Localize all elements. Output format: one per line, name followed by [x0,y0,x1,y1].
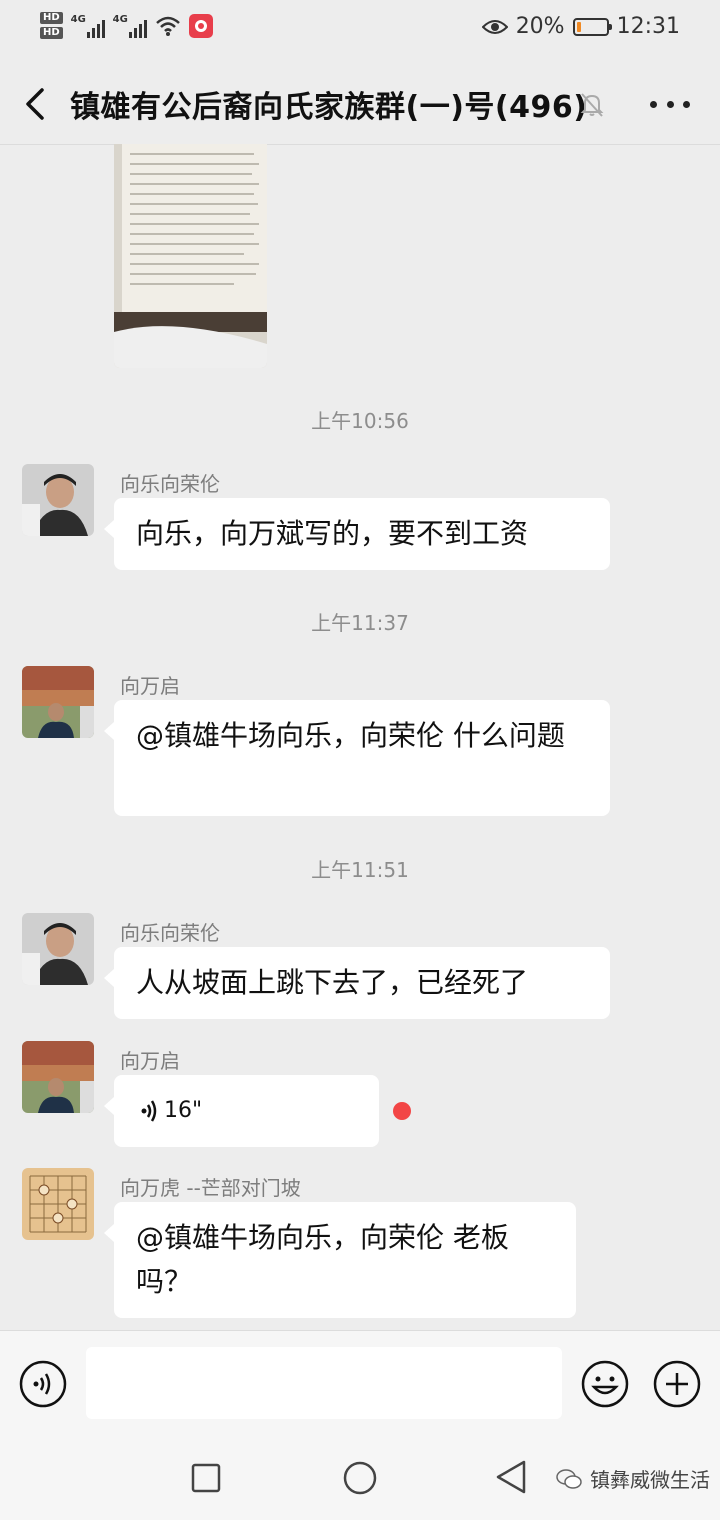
message-input[interactable] [86,1347,562,1419]
avatar[interactable] [22,1168,94,1240]
watermark: 镇彝威微生活 [556,1464,710,1493]
battery-icon [572,17,612,36]
person-avatar-image [22,1041,94,1113]
hd-badge-1: HD [40,12,63,24]
clock: 12:31 [616,14,680,39]
battery-fill [576,21,581,32]
hd-badge-2: HD [40,27,63,39]
emoji-icon[interactable] [580,1359,630,1409]
watermark-text: 镇彝威微生活 [590,1468,710,1492]
more-icon[interactable] [650,92,690,116]
sender-name: 向乐向荣伦 [120,472,220,496]
sender-name: 向乐向荣伦 [120,921,220,945]
wifi-icon [155,16,180,36]
sender-name: 向万启 [120,1049,180,1073]
avatar[interactable] [22,1041,94,1113]
network-type-2: 4G [112,13,128,25]
voice-message-bubble[interactable]: 16" [104,1075,379,1147]
sender-name: 向万虎 --芒部对门坡 [120,1176,301,1200]
handwritten-letter-image [114,144,267,368]
message-bubble[interactable]: @镇雄牛场向乐，向荣伦 老板吗？ [104,1202,576,1318]
chat-header: 镇雄有公后裔向氏家族群(一)号(496) [0,62,720,145]
wechat-icon [556,1468,582,1489]
voice-duration: 16" [164,1098,203,1123]
timestamp: 上午10:56 [311,409,409,433]
avatar[interactable] [22,913,94,985]
status-right: 20% 12:31 [481,14,680,39]
mute-icon [580,93,604,117]
input-bar [0,1330,720,1435]
status-left: HD HD 4G 4G [40,12,213,39]
timestamp: 上午11:51 [311,858,409,882]
battery-percent: 20% [515,14,565,39]
network-type-1: 4G [70,13,86,25]
signal-icon: 4G [71,14,105,38]
message-bubble[interactable]: 人从坡面上跳下去了，已经死了 [104,947,610,1019]
person-avatar-image [22,666,94,738]
avatar[interactable] [22,464,94,536]
hd-badges: HD HD [40,12,63,39]
avatar[interactable] [22,666,94,738]
message-bubble[interactable]: @镇雄牛场向乐，向荣伦 什么问题 [104,700,610,816]
voice-wave-icon [141,1100,157,1122]
status-bar: HD HD 4G 4G 20% 12:31 [0,0,720,62]
back-icon[interactable] [22,86,48,122]
plus-icon[interactable] [652,1359,702,1409]
signal-icon-2: 4G [113,14,147,38]
sender-name: 向万启 [120,674,180,698]
timestamp: 上午11:37 [311,611,409,635]
chess-board-avatar-image [22,1168,94,1240]
image-message[interactable] [114,144,267,368]
chat-title: 镇雄有公后裔向氏家族群(一)号(496) [70,90,588,125]
system-nav-bar: 镇彝威微生活 [0,1434,720,1520]
person-avatar-image [22,913,94,985]
person-avatar-image [22,464,94,536]
home-icon[interactable] [342,1460,378,1496]
voice-input-icon[interactable] [18,1359,68,1409]
unread-dot [393,1102,411,1120]
message-bubble[interactable]: 向乐，向万斌写的，要不到工资 [104,498,610,570]
screen-record-icon [188,13,213,38]
eye-icon [481,19,508,34]
recent-apps-icon[interactable] [190,1462,222,1494]
nav-back-icon[interactable] [494,1458,528,1496]
